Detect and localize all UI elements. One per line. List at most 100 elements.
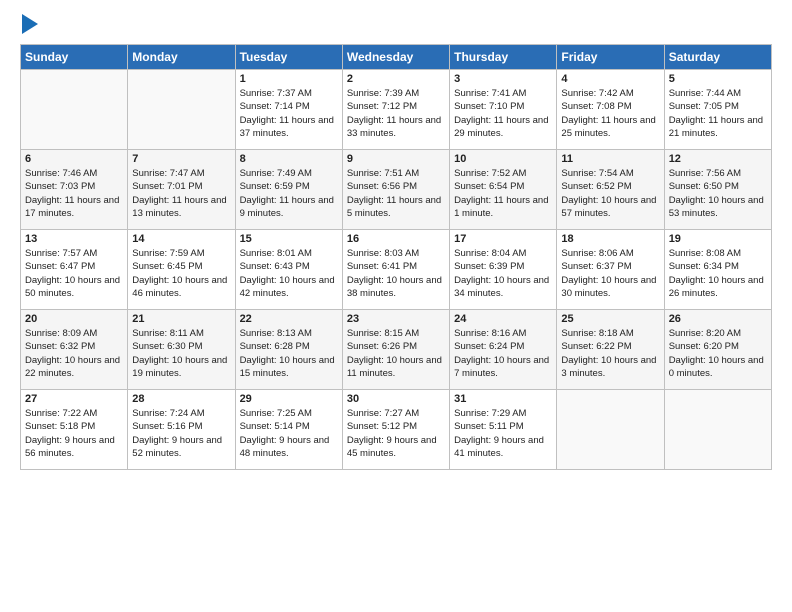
calendar-cell: 29Sunrise: 7:25 AMSunset: 5:14 PMDayligh… (235, 390, 342, 470)
day-number: 2 (347, 73, 445, 85)
day-content: Sunrise: 7:52 AMSunset: 6:54 PMDaylight:… (454, 167, 552, 220)
day-detail-line: Sunset: 6:43 PM (240, 261, 310, 272)
day-number: 3 (454, 73, 552, 85)
day-content: Sunrise: 7:49 AMSunset: 6:59 PMDaylight:… (240, 167, 338, 220)
day-content: Sunrise: 8:18 AMSunset: 6:22 PMDaylight:… (561, 327, 659, 380)
day-number: 18 (561, 233, 659, 245)
day-content: Sunrise: 7:46 AMSunset: 7:03 PMDaylight:… (25, 167, 123, 220)
day-content: Sunrise: 8:20 AM Sunset: 6:20 PM Daylight:… (669, 327, 767, 380)
day-detail-line: Daylight: 10 hours and 34 minutes. (454, 275, 549, 299)
calendar-cell: 7Sunrise: 7:47 AMSunset: 7:01 PMDaylight… (128, 150, 235, 230)
day-number: 25 (561, 313, 659, 325)
day-detail-line: Sunrise: 8:06 AM (561, 248, 633, 259)
day-content: Sunrise: 8:08 AMSunset: 6:34 PMDaylight:… (669, 247, 767, 300)
calendar-cell (21, 70, 128, 150)
day-detail-line: Sunrise: 7:29 AM (454, 408, 526, 419)
day-content: Sunrise: 7:29 AMSunset: 5:11 PMDaylight:… (454, 407, 552, 460)
day-detail-line: Sunrise: 7:24 AM (132, 408, 204, 419)
day-detail-line: Sunset: 6:52 PM (561, 181, 631, 192)
day-content: Sunrise: 7:27 AMSunset: 5:12 PMDaylight:… (347, 407, 445, 460)
day-detail-line: Sunset: 6:28 PM (240, 341, 310, 352)
header-cell-tuesday: Tuesday (235, 45, 342, 70)
calendar-table: SundayMondayTuesdayWednesdayThursdayFrid… (20, 44, 772, 470)
day-content: Sunrise: 7:39 AMSunset: 7:12 PMDaylight:… (347, 87, 445, 140)
day-detail-line: Daylight: 10 hours and 38 minutes. (347, 275, 442, 299)
day-detail-line: Sunrise: 7:22 AM (25, 408, 97, 419)
day-detail-line: Sunset: 5:12 PM (347, 421, 417, 432)
day-detail-line: Daylight: 10 hours and 42 minutes. (240, 275, 335, 299)
header-cell-friday: Friday (557, 45, 664, 70)
calendar-cell: 3Sunrise: 7:41 AMSunset: 7:10 PMDaylight… (450, 70, 557, 150)
day-detail-line: Sunset: 6:50 PM (669, 181, 739, 192)
day-detail-line: Daylight: 10 hours and 30 minutes. (561, 275, 656, 299)
header-row: SundayMondayTuesdayWednesdayThursdayFrid… (21, 45, 772, 70)
day-number: 21 (132, 313, 230, 325)
calendar-cell: 21 Sunrise: 8:11 AMSunset: 6:30 PMDayligh… (128, 310, 235, 390)
day-number: 20 (25, 313, 123, 325)
day-detail-line: Sunset: 7:10 PM (454, 101, 524, 112)
day-detail-line: Daylight: 10 hours and 46 minutes. (132, 275, 227, 299)
calendar-cell: 8 Sunrise: 7:49 AMSunset: 6:59 PMDaylight… (235, 150, 342, 230)
calendar-cell: 2 Sunrise: 7:39 AMSunset: 7:12 PMDaylight… (342, 70, 449, 150)
week-row-2: 6Sunrise: 7:46 AMSunset: 7:03 PMDaylight… (21, 150, 772, 230)
calendar-cell: 4Sunrise: 7:42 AMSunset: 7:08 PMDaylight… (557, 70, 664, 150)
day-detail-line: Sunset: 5:18 PM (25, 421, 95, 432)
day-content: Sunrise: 8:04 AMSunset: 6:39 PMDaylight:… (454, 247, 552, 300)
week-row-1: 1Sunrise: 7:37 AMSunset: 7:14 PMDaylight… (21, 70, 772, 150)
day-detail-line: Daylight: 11 hours and 9 minutes. (240, 195, 334, 219)
day-number: 16 (347, 233, 445, 245)
day-number: 17 (454, 233, 552, 245)
week-row-4: 20Sunrise: 8:09 AMSunset: 6:32 PMDayligh… (21, 310, 772, 390)
day-content: Sunrise: 7:42 AMSunset: 7:08 PMDaylight:… (561, 87, 659, 140)
calendar-cell: 12Sunrise: 7:56 AMSunset: 6:50 PMDayligh… (664, 150, 771, 230)
day-detail-line: Daylight: 10 hours and 19 minutes. (132, 355, 227, 379)
day-detail-line: Daylight: 10 hours and 0 minutes. (669, 355, 764, 379)
day-content: Sunrise: 7:25 AMSunset: 5:14 PMDaylight:… (240, 407, 338, 460)
day-detail-line: Sunset: 7:14 PM (240, 101, 310, 112)
day-number: 10 (454, 153, 552, 165)
day-content: Sunrise: 7:51 AMSunset: 6:56 PMDaylight:… (347, 167, 445, 220)
calendar-cell: 31Sunrise: 7:29 AMSunset: 5:11 PMDayligh… (450, 390, 557, 470)
day-detail-line: Sunset: 7:08 PM (561, 101, 631, 112)
calendar-cell: 10 Sunrise: 7:52 AMSunset: 6:54 PMDayligh… (450, 150, 557, 230)
day-detail-line: Daylight: 11 hours and 37 minutes. (240, 115, 334, 139)
day-detail-line: Daylight: 11 hours and 1 minute. (454, 195, 548, 219)
day-detail-line: Sunset: 6:59 PM (240, 181, 310, 192)
day-content: Sunrise: 7:59 AM Sunset: 6:45 PM Daylight:… (132, 247, 230, 300)
day-detail-line: Sunrise: 7:51 AM (347, 168, 419, 179)
day-detail-line: Sunrise: 7:52 AM (454, 168, 526, 179)
day-number: 9 (347, 153, 445, 165)
day-number: 28 (132, 393, 230, 405)
day-detail-line: Sunrise: 8:20 AM (669, 328, 741, 339)
day-content: Sunrise: 7:37 AMSunset: 7:14 PMDaylight:… (240, 87, 338, 140)
day-detail-line: Sunrise: 8:01 AM (240, 248, 312, 259)
day-content: Sunrise: 8:16 AMSunset: 6:24 PMDaylight:… (454, 327, 552, 380)
day-content: Sunrise: 7:54 AM Sunset: 6:52 PM Daylight:… (561, 167, 659, 220)
calendar-cell: 30Sunrise: 7:27 AMSunset: 5:12 PMDayligh… (342, 390, 449, 470)
calendar-cell: 27Sunrise: 7:22 AMSunset: 5:18 PMDayligh… (21, 390, 128, 470)
day-detail-line: Sunrise: 8:16 AM (454, 328, 526, 339)
day-detail-line: Sunrise: 7:56 AM (669, 168, 741, 179)
logo-arrow-icon (22, 14, 38, 34)
day-content: Sunrise: 8:11 AMSunset: 6:30 PMDaylight:… (132, 327, 230, 380)
day-detail-line: Sunrise: 7:59 AM (132, 248, 204, 259)
day-number: 8 (240, 153, 338, 165)
day-detail-line: Sunrise: 7:54 AM (561, 168, 633, 179)
day-detail-line: Daylight: 9 hours and 56 minutes. (25, 435, 115, 459)
day-detail-line: Daylight: 10 hours and 53 minutes. (669, 195, 764, 219)
calendar-cell: 20Sunrise: 8:09 AMSunset: 6:32 PMDayligh… (21, 310, 128, 390)
day-detail-line: Daylight: 10 hours and 57 minutes. (561, 195, 656, 219)
day-detail-line: Daylight: 11 hours and 33 minutes. (347, 115, 441, 139)
day-detail-line: Sunset: 6:24 PM (454, 341, 524, 352)
day-detail-line: Sunset: 6:20 PM (669, 341, 739, 352)
day-number: 22 (240, 313, 338, 325)
day-content: Sunrise: 7:22 AM Sunset: 5:18 PM Daylight:… (25, 407, 123, 460)
day-detail-line: Sunrise: 8:04 AM (454, 248, 526, 259)
day-detail-line: Sunset: 6:45 PM (132, 261, 202, 272)
day-detail-line: Daylight: 9 hours and 52 minutes. (132, 435, 222, 459)
calendar-cell: 28Sunrise: 7:24 AMSunset: 5:16 PMDayligh… (128, 390, 235, 470)
day-content: Sunrise: 7:57 AMSunset: 6:47 PMDaylight:… (25, 247, 123, 300)
day-number: 24 (454, 313, 552, 325)
day-detail-line: Daylight: 11 hours and 25 minutes. (561, 115, 655, 139)
header (20, 16, 772, 34)
